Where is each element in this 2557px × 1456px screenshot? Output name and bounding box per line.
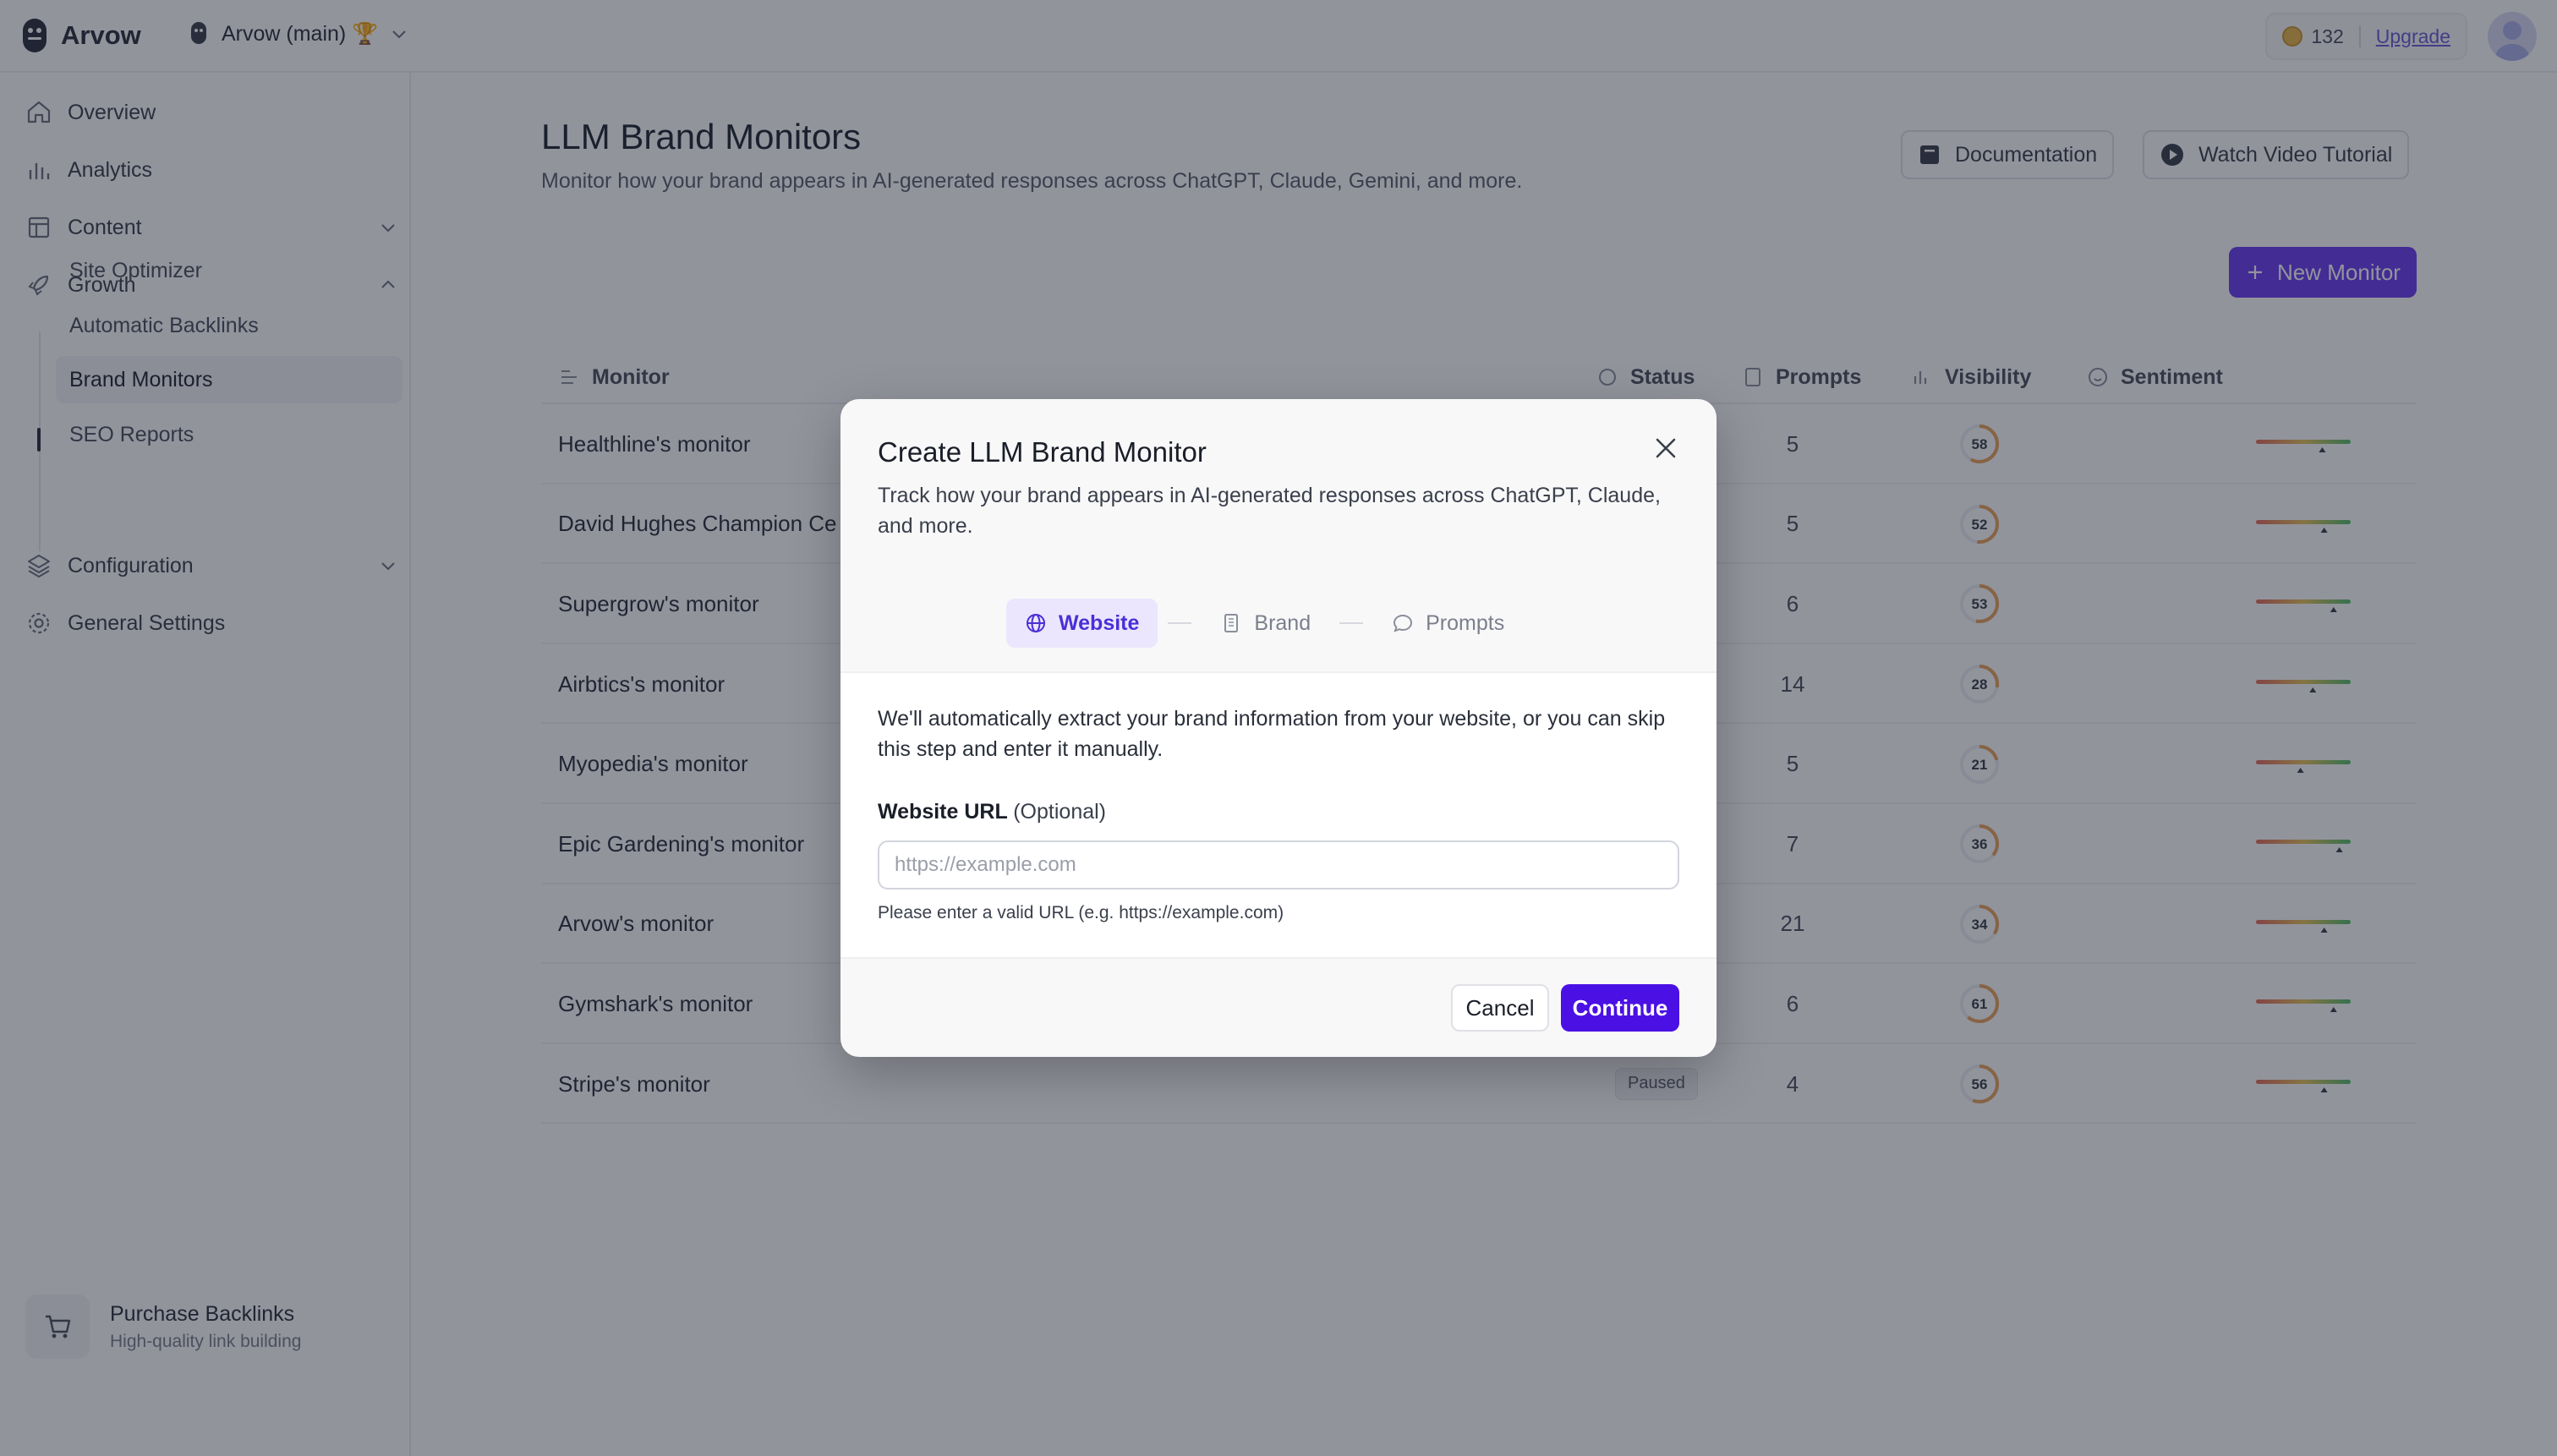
close-icon[interactable] — [1651, 433, 1681, 463]
step-connector — [1339, 622, 1364, 624]
website-url-label: Website URL (Optional) — [878, 800, 1106, 824]
step-connector — [1168, 622, 1192, 624]
globe-icon — [1027, 614, 1045, 632]
cancel-button[interactable]: Cancel — [1451, 984, 1549, 1032]
stepper: Website Brand Prompts — [1006, 599, 1523, 648]
step-prompts-label: Prompts — [1426, 610, 1505, 635]
website-url-label-text: Website URL — [878, 800, 1008, 824]
website-url-input[interactable] — [878, 840, 1679, 889]
step-brand[interactable]: Brand — [1202, 599, 1329, 648]
modal-description: Track how your brand appears in AI-gener… — [878, 484, 1661, 538]
create-monitor-modal: Create LLM Brand Monitor Track how your … — [840, 399, 1717, 1057]
modal-body: We'll automatically extract your brand i… — [840, 671, 1717, 959]
continue-button[interactable]: Continue — [1561, 984, 1679, 1032]
building-icon — [1224, 614, 1239, 632]
optional-tag: (Optional) — [1013, 800, 1106, 824]
url-hint: Please enter a valid URL (e.g. https://e… — [878, 903, 1284, 922]
step-website[interactable]: Website — [1006, 599, 1158, 648]
website-step-description: We'll automatically extract your brand i… — [878, 707, 1666, 761]
app-root: Arvow Arvow (main) 🏆 132 Upgrade Overvie… — [0, 0, 2557, 1456]
chat-bubble-icon — [1393, 614, 1413, 632]
step-brand-label: Brand — [1254, 610, 1311, 635]
step-website-label: Website — [1059, 610, 1140, 635]
modal-title: Create LLM Brand Monitor — [878, 436, 1207, 468]
step-prompts[interactable]: Prompts — [1373, 599, 1523, 648]
